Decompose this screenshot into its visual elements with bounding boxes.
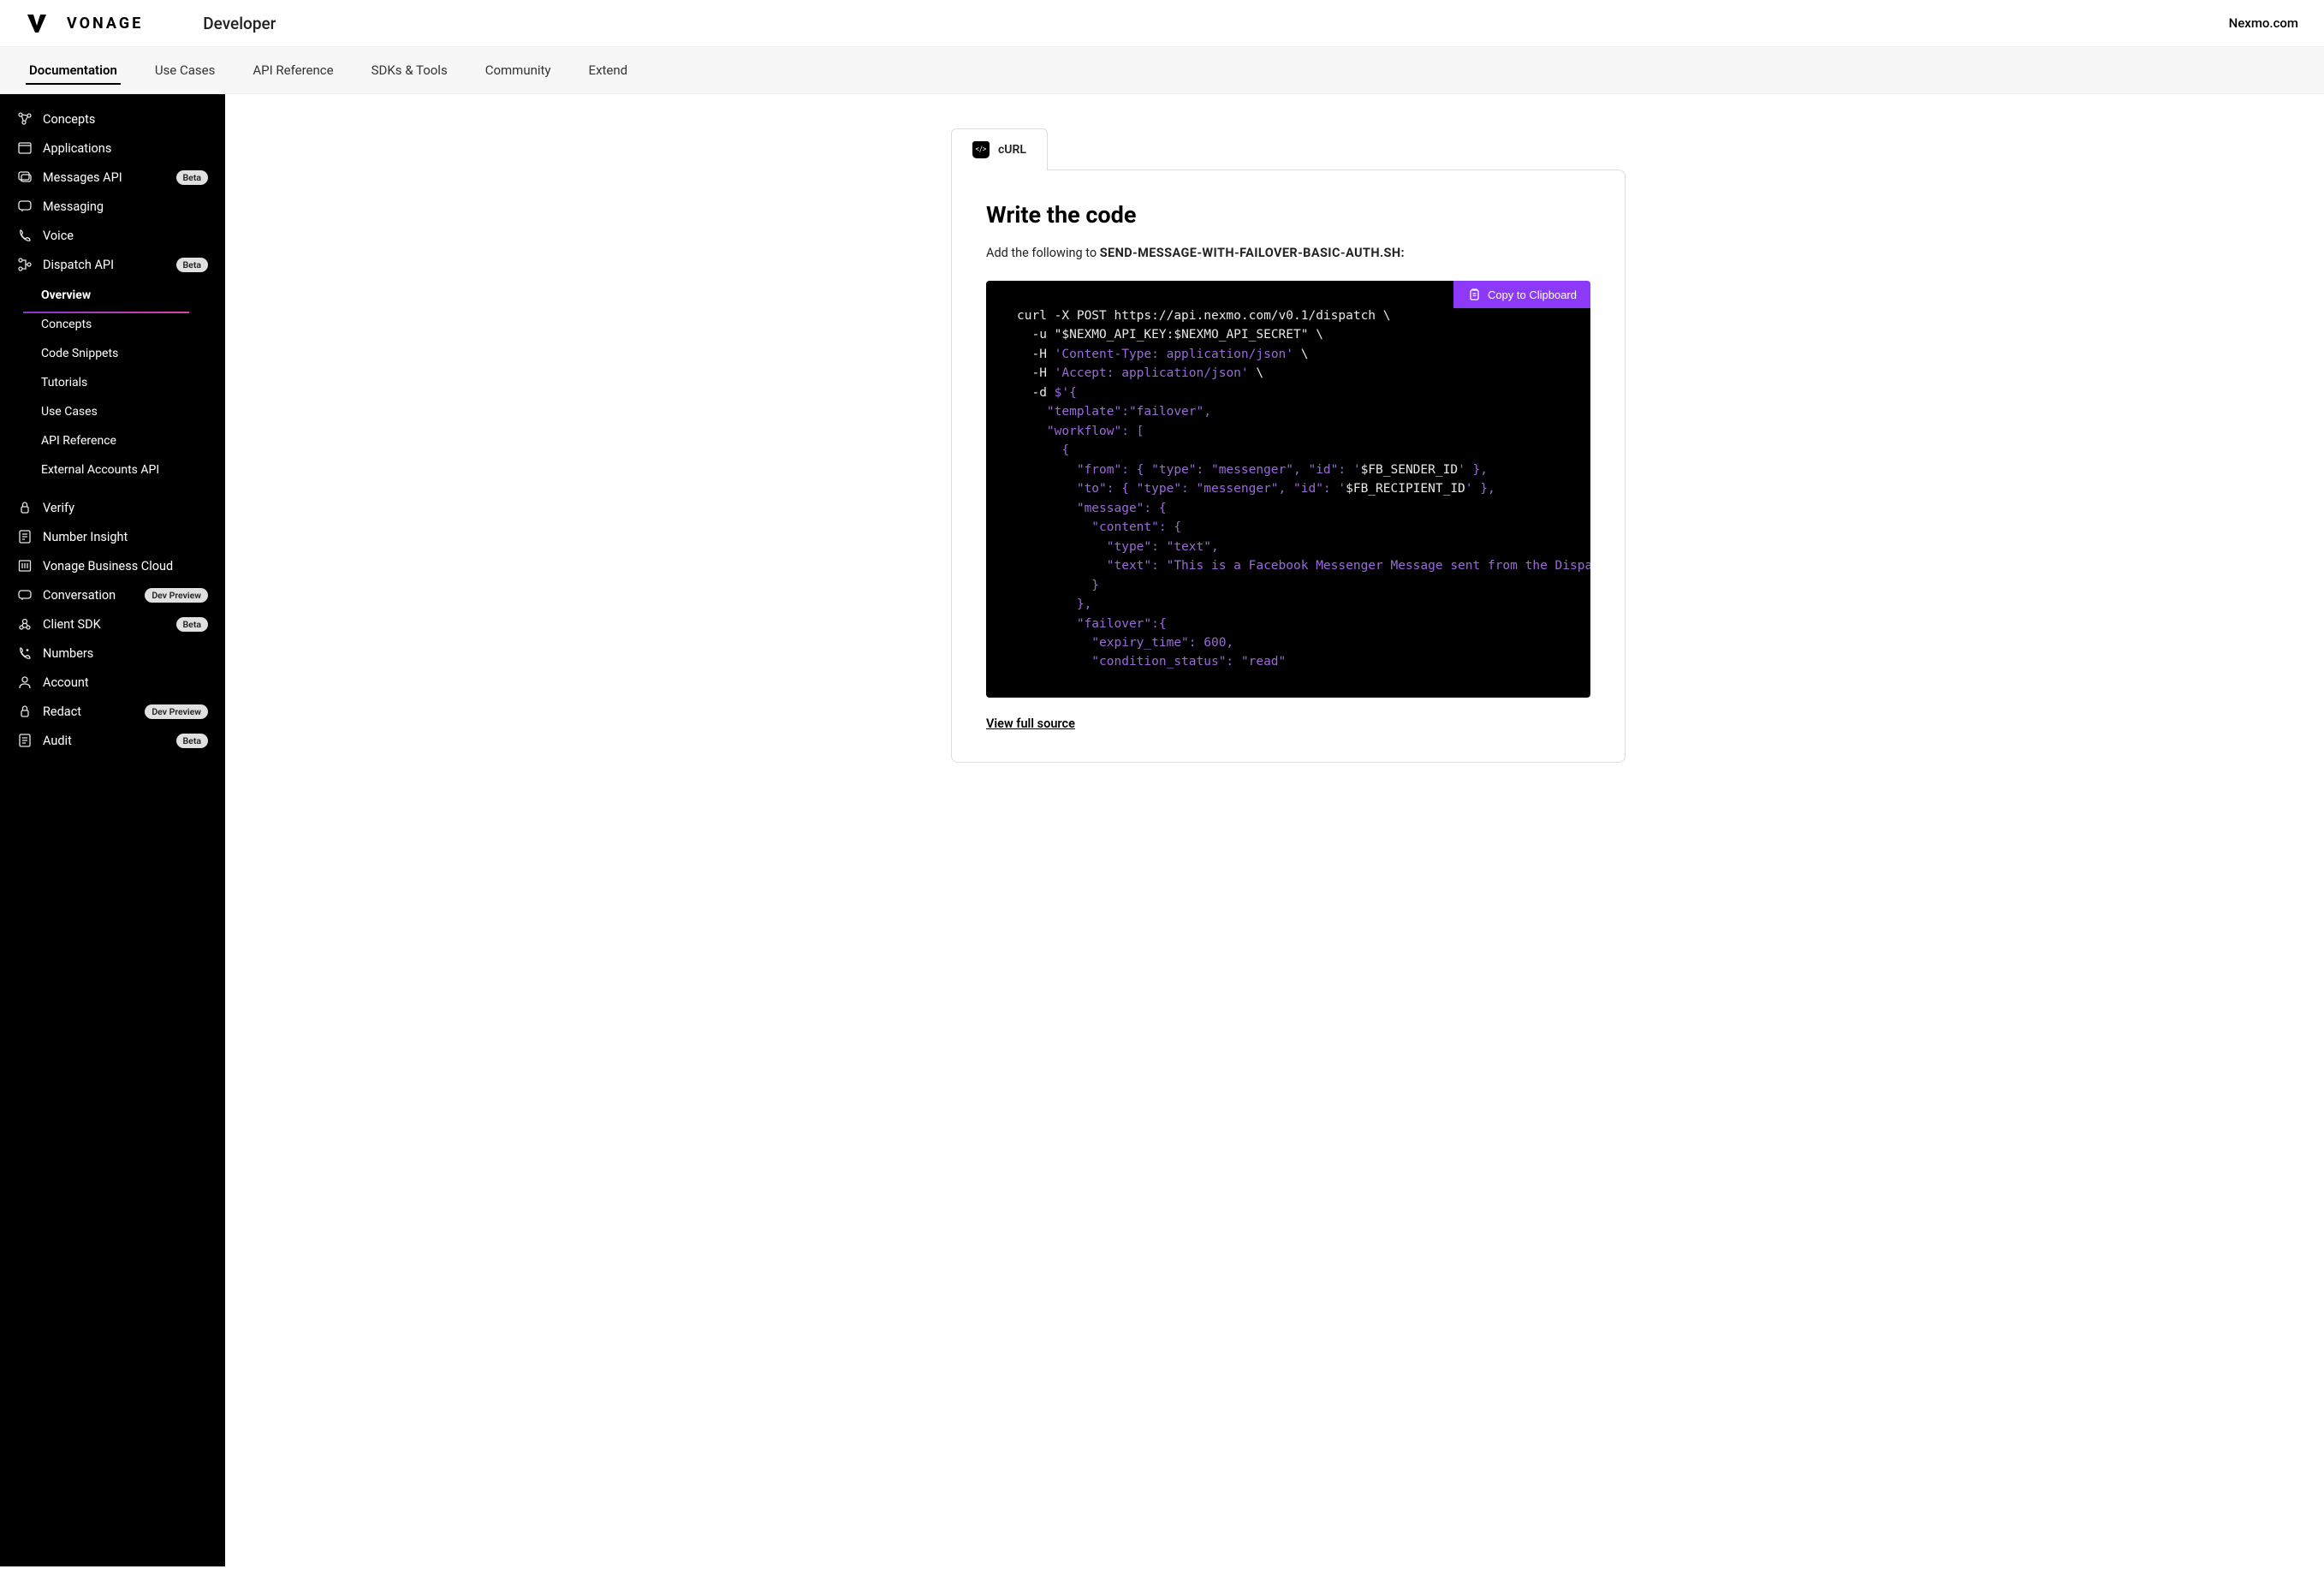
nexmo-link[interactable]: Nexmo.com — [2229, 15, 2298, 31]
code-block: Copy to Clipboard curl -X POST https://a… — [986, 281, 1590, 698]
code-tab-label: cURL — [998, 143, 1026, 157]
redact-icon — [17, 704, 33, 719]
sidebar-item-voice[interactable]: Voice — [0, 221, 225, 250]
dispatch-api-icon — [17, 257, 33, 272]
sidebar-sub-external-accounts[interactable]: External Accounts API — [0, 455, 225, 484]
dev-preview-badge: Dev Preview — [145, 704, 208, 719]
sidebar-item-numbers[interactable]: Numbers — [0, 639, 225, 668]
nav-sdks-tools[interactable]: SDKs & Tools — [368, 47, 451, 93]
sidebar-item-label: Numbers — [43, 646, 208, 661]
sidebar-item-label: Audit — [43, 734, 161, 748]
sidebar-sub-use-cases[interactable]: Use Cases — [0, 397, 225, 426]
sidebar-item-label: Vonage Business Cloud — [43, 559, 208, 574]
sidebar-sub-code-snippets[interactable]: Code Snippets — [0, 339, 225, 368]
vbc-icon — [17, 558, 33, 574]
sidebar-item-label: Messaging — [43, 199, 208, 214]
sidebar-item-messaging[interactable]: Messaging — [0, 192, 225, 221]
code-tab-curl[interactable]: </> cURL — [951, 128, 1048, 170]
sidebar-item-conversation[interactable]: Conversation Dev Preview — [0, 580, 225, 609]
sidebar-sub-concepts[interactable]: Concepts — [0, 310, 225, 339]
account-icon — [17, 675, 33, 690]
beta-badge: Beta — [176, 734, 208, 748]
sidebar-item-account[interactable]: Account — [0, 668, 225, 697]
copy-label: Copy to Clipboard — [1488, 288, 1577, 301]
developer-label: Developer — [203, 14, 276, 33]
vonage-logo-icon — [26, 12, 48, 34]
sidebar-item-label: Dispatch API — [43, 258, 161, 272]
sidebar-item-label: Voice — [43, 229, 208, 243]
nav-api-reference[interactable]: API Reference — [249, 47, 336, 93]
sidebar-item-number-insight[interactable]: Number Insight — [0, 522, 225, 551]
sidebar-item-label: Conversation — [43, 588, 129, 603]
sidebar-item-dispatch-api[interactable]: Dispatch API Beta — [0, 250, 225, 279]
sidebar-item-label: Client SDK — [43, 617, 161, 632]
sidebar-item-audit[interactable]: Audit Beta — [0, 726, 225, 755]
concepts-icon — [17, 111, 33, 127]
main-content: </> cURL Write the code Add the followin… — [225, 94, 2324, 1566]
number-insight-icon — [17, 529, 33, 544]
sidebar-sub-tutorials[interactable]: Tutorials — [0, 368, 225, 397]
dev-preview-badge: Dev Preview — [145, 588, 208, 603]
sidebar-item-applications[interactable]: Applications — [0, 134, 225, 163]
conversation-icon — [17, 587, 33, 603]
sidebar-item-label: Account — [43, 675, 208, 690]
nav-community[interactable]: Community — [482, 47, 555, 93]
sidebar-item-redact[interactable]: Redact Dev Preview — [0, 697, 225, 726]
nav-use-cases[interactable]: Use Cases — [152, 47, 219, 93]
sidebar-item-verify[interactable]: Verify — [0, 493, 225, 522]
sidebar-item-concepts[interactable]: Concepts — [0, 104, 225, 134]
curl-shield-icon: </> — [972, 141, 990, 158]
sidebar-item-label: Concepts — [43, 112, 208, 127]
logo-group[interactable]: VONAGE — [26, 12, 143, 34]
client-sdk-icon — [17, 616, 33, 632]
top-header: VONAGE Developer Nexmo.com — [0, 0, 2324, 47]
beta-badge: Beta — [176, 170, 208, 185]
panel-heading: Write the code — [986, 201, 1590, 229]
sidebar-item-vonage-business-cloud[interactable]: Vonage Business Cloud — [0, 551, 225, 580]
instruction-text: Add the following to SEND-MESSAGE-WITH-F… — [986, 246, 1590, 260]
view-full-source-link[interactable]: View full source — [986, 716, 1075, 731]
audit-icon — [17, 733, 33, 748]
top-nav: Documentation Use Cases API Reference SD… — [0, 47, 2324, 94]
copy-to-clipboard-button[interactable]: Copy to Clipboard — [1453, 281, 1590, 308]
verify-icon — [17, 500, 33, 515]
filename: SEND-MESSAGE-WITH-FAILOVER-BASIC-AUTH.SH… — [1100, 246, 1405, 260]
sidebar-item-label: Applications — [43, 141, 208, 156]
beta-badge: Beta — [176, 617, 208, 632]
numbers-icon — [17, 645, 33, 661]
sidebar-sub-api-reference[interactable]: API Reference — [0, 426, 225, 455]
code-panel: Write the code Add the following to SEND… — [951, 169, 1626, 763]
voice-icon — [17, 228, 33, 243]
sidebar-subgroup: Overview Concepts Code Snippets Tutorial… — [0, 279, 225, 493]
applications-icon — [17, 140, 33, 156]
messaging-icon — [17, 199, 33, 214]
sidebar-item-label: Number Insight — [43, 530, 208, 544]
sidebar: Concepts Applications Messages API Beta … — [0, 94, 225, 1566]
nav-documentation[interactable]: Documentation — [26, 47, 121, 93]
clipboard-icon — [1467, 288, 1481, 301]
code-tab-row: </> cURL — [951, 128, 1626, 170]
brand-name: VONAGE — [67, 15, 143, 33]
beta-badge: Beta — [176, 258, 208, 272]
sidebar-item-label: Redact — [43, 704, 129, 719]
sidebar-item-messages-api[interactable]: Messages API Beta — [0, 163, 225, 192]
sidebar-item-label: Messages API — [43, 170, 161, 185]
sidebar-sub-overview[interactable]: Overview — [0, 281, 225, 310]
sidebar-item-label: Verify — [43, 501, 208, 515]
nav-extend[interactable]: Extend — [585, 47, 632, 93]
messages-api-icon — [17, 169, 33, 185]
sidebar-item-client-sdk[interactable]: Client SDK Beta — [0, 609, 225, 639]
code-text: curl -X POST https://api.nexmo.com/v0.1/… — [1017, 306, 1560, 672]
